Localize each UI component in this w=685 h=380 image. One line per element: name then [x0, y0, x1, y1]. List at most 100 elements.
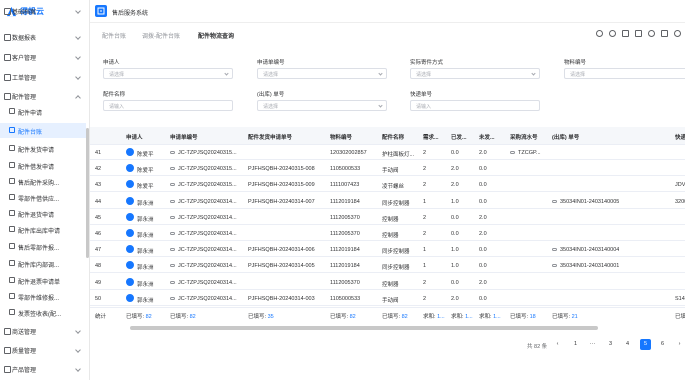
page-button[interactable]: 6 — [657, 339, 668, 350]
column-header[interactable]: 配件发货申请单号 — [248, 133, 292, 141]
more-icon[interactable] — [674, 30, 681, 37]
tab-logistics-query[interactable]: 配件物流查询 — [198, 31, 234, 40]
column-header[interactable]: 采购流水号 — [510, 133, 538, 141]
table-cell: 2 — [423, 182, 427, 189]
filter-input[interactable]: 请选择 — [257, 100, 387, 111]
table-cell: JC-TZPJSQ20240315... — [178, 150, 237, 156]
summary-cell: 已填写: 35 — [248, 312, 274, 320]
sidebar-subitem[interactable]: 配件申请 — [0, 104, 86, 119]
sidebar-scrollbar[interactable] — [86, 128, 89, 258]
export-icon[interactable] — [635, 30, 642, 37]
table-row[interactable]: 43 陈爱平 JC-TZPJSQ20240315... PJFHSQBH-202403… — [90, 177, 685, 193]
page-button[interactable]: › — [674, 339, 685, 350]
menu-icon — [4, 366, 11, 373]
summary-value: 21 — [571, 314, 578, 320]
sidebar-subitem-label: 发票签收表(配... — [18, 312, 61, 318]
filter-input[interactable]: 请选择 — [410, 68, 540, 79]
sidebar-item[interactable]: 产品管理 — [0, 362, 89, 377]
tab-parts-ledger[interactable]: 配件台账 — [102, 31, 126, 40]
column-header[interactable]: 快递单号 — [675, 133, 685, 141]
sidebar-subitem[interactable]: 配件退货申请 — [0, 206, 86, 221]
table-cell: 2.0 — [479, 214, 487, 221]
sidebar-item[interactable]: 商送管理 — [0, 324, 89, 339]
filter-input[interactable]: 请输入 — [103, 100, 233, 111]
table-row[interactable]: 48 郭永洲 JC-TZPJSQ20240314... PJFHSQBH-202403… — [90, 258, 685, 274]
table-cell: 0.0 — [479, 295, 487, 302]
system-app-icon[interactable] — [95, 5, 107, 17]
column-header[interactable]: (出库) 单号 — [552, 133, 579, 141]
column-header[interactable]: 需求... — [423, 133, 439, 141]
table-row[interactable]: 50 郭永洲 JC-TZPJSQ20240314... PJFHSQBH-202403… — [90, 291, 685, 306]
filter-label: 配件名称 — [103, 92, 126, 98]
fullscreen-icon[interactable] — [622, 30, 629, 37]
page-button[interactable]: 1 — [570, 339, 581, 350]
table-horizontal-scrollbar[interactable] — [130, 326, 598, 330]
column-settings-icon[interactable] — [661, 30, 668, 37]
page-button[interactable]: ··· — [587, 339, 598, 350]
sidebar-subitem[interactable]: 配件库内部调... — [0, 256, 86, 271]
sidebar-subitem[interactable]: 售后零部件报... — [0, 239, 86, 254]
tab-transfer-ledger[interactable]: 调拨-配件台账 — [142, 31, 180, 40]
summary-value: 82 — [349, 314, 356, 320]
avatar — [126, 277, 134, 286]
page-button[interactable]: 4 — [622, 339, 633, 350]
table-cell: 43 — [95, 182, 102, 189]
filter-input[interactable]: 请选择 — [564, 68, 685, 79]
summary-label: 求和: — [451, 314, 466, 320]
sidebar-subitem[interactable]: 零部件借供应... — [0, 190, 86, 205]
link-icon — [170, 199, 175, 203]
filter-input[interactable]: 请选择 — [103, 68, 233, 79]
page-button[interactable]: 3 — [605, 339, 616, 350]
column-header[interactable]: 未发... — [479, 133, 495, 141]
filter-input[interactable]: 请选择 — [257, 68, 387, 79]
sidebar-item[interactable]: 配件管理 — [0, 89, 89, 104]
filter-placeholder: 请选择 — [263, 72, 279, 78]
sidebar-subitem[interactable]: 发票签收表(配... — [0, 305, 86, 320]
table-cell: JC-TZPJSQ20240314... — [178, 214, 237, 221]
table-row[interactable]: 44 郭永洲 JC-TZPJSQ20240314... PJFHSQBH-202403… — [90, 194, 685, 209]
sidebar-subitem[interactable]: 售后配件采购... — [0, 174, 86, 189]
table-cell: 2.0 — [451, 182, 459, 189]
sidebar-item[interactable]: 客户管理 — [0, 50, 89, 65]
table-row[interactable]: 41 陈爱平 JC-TZPJSQ20240315... 120302002857 护柱面… — [90, 145, 685, 160]
sidebar-item[interactable]: 工单管理 — [0, 70, 89, 85]
chevron-icon — [75, 95, 81, 101]
table-cell: JC-TZPJSQ20240314... — [178, 231, 237, 237]
table-row[interactable]: 47 郭永洲 JC-TZPJSQ20240314... PJFHSQBH-202403… — [90, 242, 685, 258]
table-row[interactable]: 46 郭永洲 JC-TZPJSQ20240314... 1112005370 控制器 2 0… — [90, 226, 685, 241]
table-cell: 1.0 — [451, 198, 459, 205]
table-row[interactable]: 42 陈爱平 JC-TZPJSQ20240315... PJFHSQBH-202403… — [90, 161, 685, 177]
table-cell: JC-TZPJSQ20240315... — [178, 166, 237, 173]
table-cell: 控制器 — [382, 216, 399, 223]
table-cell: 1105000533 — [330, 166, 361, 173]
sidebar-subitem[interactable]: 配件借发申请 — [0, 158, 86, 173]
refresh-icon[interactable] — [596, 30, 603, 37]
sidebar-item[interactable]: 数据报表 — [0, 30, 89, 45]
table-cell: 48 — [95, 263, 102, 270]
column-header[interactable]: 已发... — [451, 133, 467, 141]
page-button[interactable]: ‹ — [552, 339, 563, 350]
sidebar-item[interactable]: 基础档案 — [0, 4, 89, 19]
table-row[interactable]: 45 郭永洲 JC-TZPJSQ20240314... 1112005370 控制器 2 0… — [90, 210, 685, 225]
summary-label: 已填写: — [170, 314, 190, 320]
filter-input[interactable]: 请输入 — [410, 100, 540, 111]
sidebar-subitem[interactable]: 配件退票申请单 — [0, 273, 86, 288]
column-header[interactable]: 配件名称 — [382, 133, 404, 141]
sidebar-subitem[interactable]: 配件发货申请 — [0, 141, 86, 156]
sidebar-item[interactable]: 质量管理 — [0, 343, 89, 358]
table-cell: 郭永洲 — [137, 233, 154, 239]
table-cell: 0.0 — [479, 182, 487, 189]
sidebar-subitem[interactable]: 配件台账 — [0, 123, 86, 138]
document-icon — [9, 277, 15, 283]
sidebar-subitem[interactable]: 配件库出库申请 — [0, 222, 86, 237]
settings-icon[interactable] — [609, 30, 616, 37]
summary-label: 统计 — [95, 314, 107, 320]
link-icon — [170, 215, 175, 219]
sidebar-subitem[interactable]: 零部件维修报... — [0, 289, 86, 304]
filter-icon[interactable] — [648, 30, 655, 37]
table-row[interactable]: 49 郭永洲 JC-TZPJSQ20240314... 1112005370 控制器 2 0… — [90, 275, 685, 290]
column-header[interactable]: 申请单编号 — [170, 133, 198, 141]
column-header[interactable]: 物料编号 — [330, 133, 352, 141]
page-button[interactable]: 5 — [640, 339, 651, 350]
column-header[interactable]: 申请人 — [126, 133, 143, 141]
